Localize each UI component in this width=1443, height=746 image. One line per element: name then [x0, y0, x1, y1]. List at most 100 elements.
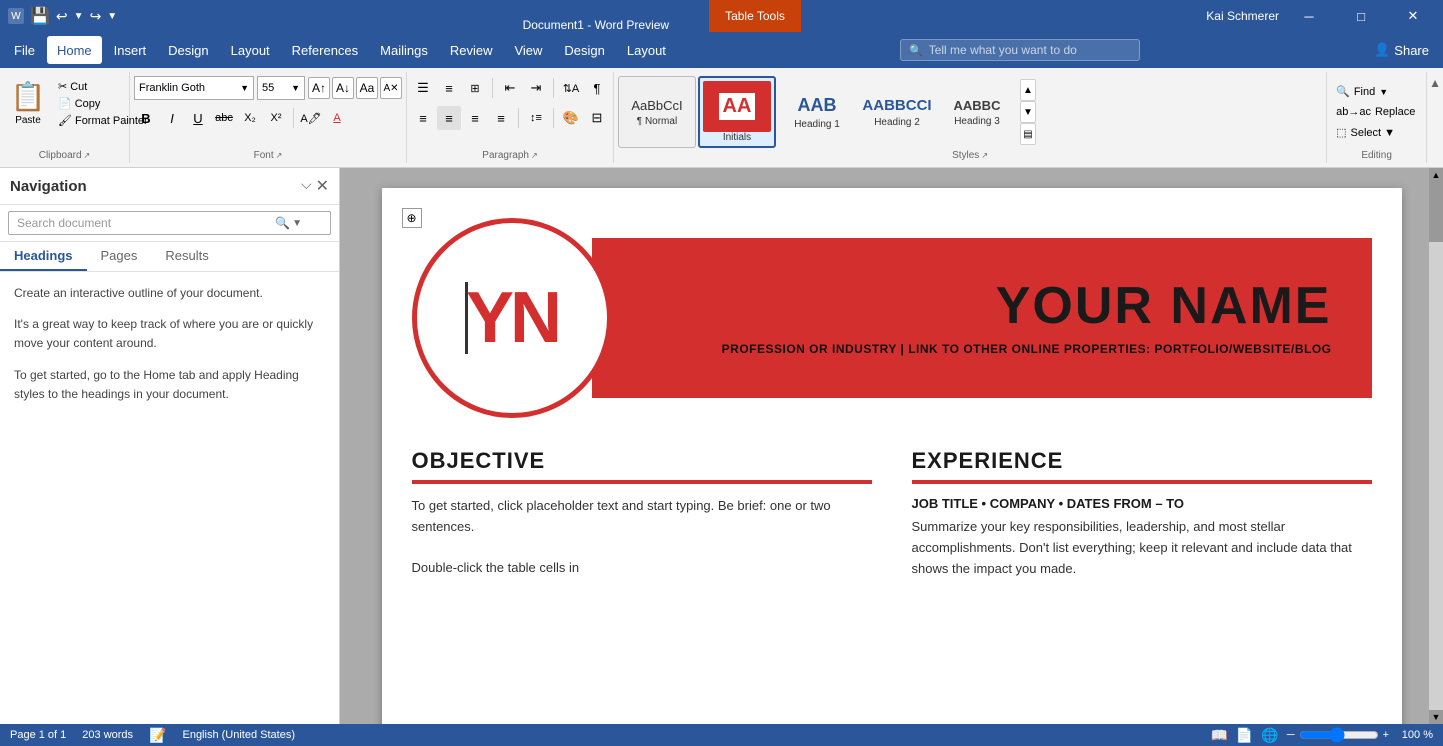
read-mode-btn[interactable]: 📖	[1210, 727, 1227, 744]
style-heading1[interactable]: AAB Heading 1	[778, 76, 856, 148]
initials-text[interactable]: YN	[466, 277, 558, 359]
experience-text[interactable]: Summarize your key responsibilities, lea…	[912, 517, 1372, 579]
borders-btn[interactable]: ⊟	[585, 106, 609, 130]
restore-btn[interactable]: □	[1339, 0, 1383, 32]
redo-btn[interactable]: ↪	[90, 8, 102, 25]
initials-circle[interactable]: YN	[412, 218, 612, 418]
menu-insert[interactable]: Insert	[104, 36, 157, 64]
menu-home[interactable]: Home	[47, 36, 102, 64]
experience-divider	[912, 480, 1372, 484]
align-center-btn[interactable]: ≡	[437, 106, 461, 130]
font-family-select[interactable]: Franklin Goth ▼	[134, 76, 254, 100]
menu-references[interactable]: References	[282, 36, 368, 64]
scroll-thumb[interactable]	[1429, 182, 1443, 242]
decrease-indent-btn[interactable]: ⇤	[498, 76, 522, 100]
nav-search-icon[interactable]: 🔍	[275, 216, 290, 230]
clipboard-expand-icon[interactable]: ↗	[84, 151, 91, 160]
styles-expand[interactable]: ▤	[1020, 123, 1036, 145]
objective-text[interactable]: To get started, click placeholder text a…	[412, 496, 872, 579]
sort-btn[interactable]: ⇅A	[559, 76, 583, 100]
ribbon-collapse[interactable]: ▲	[1427, 72, 1443, 163]
nav-settings-icon[interactable]: ⌵	[301, 176, 312, 196]
experience-title[interactable]: EXPERIENCE	[912, 448, 1372, 474]
subscript-btn[interactable]: X₂	[238, 106, 262, 130]
menu-layout[interactable]: Layout	[221, 36, 280, 64]
nav-tab-headings[interactable]: Headings	[0, 242, 87, 271]
show-hide-btn[interactable]: ¶	[585, 76, 609, 100]
para-expand-icon[interactable]: ↗	[531, 151, 538, 160]
undo-dropdown[interactable]: ▼	[74, 11, 84, 22]
replace-btn[interactable]: ab→ac Replace	[1331, 104, 1420, 120]
menu-design2[interactable]: Design	[554, 36, 614, 64]
increase-indent-btn[interactable]: ⇥	[524, 76, 548, 100]
customize-btn[interactable]: ▼	[107, 11, 117, 22]
find-dropdown[interactable]: ▼	[1379, 87, 1388, 97]
font-color-btn[interactable]: A	[325, 106, 349, 130]
objective-title[interactable]: OBJECTIVE	[412, 448, 872, 474]
styles-scroll-up[interactable]: ▲	[1020, 79, 1036, 101]
select-btn[interactable]: ⬚ Select ▼	[1331, 124, 1400, 141]
shading-btn[interactable]: 🎨	[559, 106, 583, 130]
search-input-wrapper[interactable]: Search document 🔍 ▼	[8, 211, 331, 235]
zoom-slider[interactable]	[1299, 727, 1379, 743]
scroll-down-btn[interactable]: ▼	[1429, 710, 1443, 724]
zoom-level[interactable]: 100 %	[1393, 729, 1433, 741]
superscript-btn[interactable]: X²	[264, 106, 288, 130]
style-normal[interactable]: AaBbCcI ¶ Normal	[618, 76, 696, 148]
strikethrough-btn[interactable]: abc	[212, 106, 236, 130]
menu-view[interactable]: View	[504, 36, 552, 64]
font-size-select[interactable]: 55 ▼	[257, 76, 305, 100]
bullets-btn[interactable]: ☰	[411, 76, 435, 100]
menu-review[interactable]: Review	[440, 36, 503, 64]
search-box[interactable]: 🔍 Tell me what you want to do	[900, 39, 1140, 61]
proofread-icon[interactable]: 📝	[149, 727, 166, 744]
numbered-list-btn[interactable]: ≡	[437, 76, 461, 100]
line-spacing-btn[interactable]: ↕≡	[524, 106, 548, 130]
style-heading2[interactable]: AABBCCI Heading 2	[858, 76, 936, 148]
job-title[interactable]: JOB TITLE • COMPANY • DATES FROM – TO	[912, 496, 1372, 511]
bold-btn[interactable]: B	[134, 106, 158, 130]
italic-btn[interactable]: I	[160, 106, 184, 130]
multilevel-list-btn[interactable]: ⊞	[463, 76, 487, 100]
undo-btn[interactable]: ↩	[56, 8, 68, 25]
your-name[interactable]: YOUR NAME	[996, 280, 1332, 332]
scrollbar[interactable]: ▲ ▼	[1429, 168, 1443, 724]
menu-mailings[interactable]: Mailings	[370, 36, 438, 64]
nav-search-dropdown[interactable]: ▼	[292, 218, 302, 229]
nav-tab-pages[interactable]: Pages	[87, 242, 152, 271]
zoom-in-btn[interactable]: +	[1383, 729, 1389, 741]
increase-font-btn[interactable]: A↑	[308, 77, 330, 99]
profession-text[interactable]: PROFESSION OR INDUSTRY | LINK TO OTHER O…	[722, 342, 1332, 356]
change-case-btn[interactable]: Aa	[356, 77, 378, 99]
justify-btn[interactable]: ≡	[489, 106, 513, 130]
paste-btn[interactable]: 📋 Paste	[4, 76, 52, 130]
nav-close-icon[interactable]: ✕	[316, 176, 329, 196]
print-layout-btn[interactable]: 📄	[1236, 727, 1253, 744]
language[interactable]: English (United States)	[182, 729, 295, 741]
align-left-btn[interactable]: ≡	[411, 106, 435, 130]
align-right-btn[interactable]: ≡	[463, 106, 487, 130]
style-initials[interactable]: AA Initials	[698, 76, 776, 148]
minimize-btn[interactable]: ─	[1287, 0, 1331, 32]
menu-file[interactable]: File	[4, 36, 45, 64]
underline-btn[interactable]: U	[186, 106, 210, 130]
web-layout-btn[interactable]: 🌐	[1261, 727, 1278, 744]
decrease-font-btn[interactable]: A↓	[332, 77, 354, 99]
style-heading3[interactable]: AABBC Heading 3	[938, 76, 1016, 148]
clear-format-btn[interactable]: A✕	[380, 77, 402, 99]
styles-expand-icon[interactable]: ↗	[981, 151, 988, 160]
doc-area[interactable]: ⊕ YN YOUR NAME PROFESSION OR INDUSTRY | …	[340, 168, 1443, 724]
styles-scroll-down[interactable]: ▼	[1020, 101, 1036, 123]
menu-layout2[interactable]: Layout	[617, 36, 676, 64]
menu-design[interactable]: Design	[158, 36, 218, 64]
share-btn[interactable]: 👤 Share	[1364, 42, 1439, 58]
scroll-up-btn[interactable]: ▲	[1429, 168, 1443, 182]
nav-tab-results[interactable]: Results	[151, 242, 222, 271]
text-highlight-btn[interactable]: A🖊	[299, 106, 323, 130]
zoom-out-btn[interactable]: ─	[1287, 729, 1295, 741]
find-btn[interactable]: 🔍 Find ▼	[1331, 83, 1393, 100]
quick-save[interactable]: 💾	[30, 6, 50, 26]
font-expand-icon[interactable]: ↗	[276, 151, 283, 160]
close-btn[interactable]: ✕	[1391, 0, 1435, 32]
ribbon: 📋 Paste ✂ Cut 📄 Copy 🖌 Format Painter	[0, 68, 1443, 168]
